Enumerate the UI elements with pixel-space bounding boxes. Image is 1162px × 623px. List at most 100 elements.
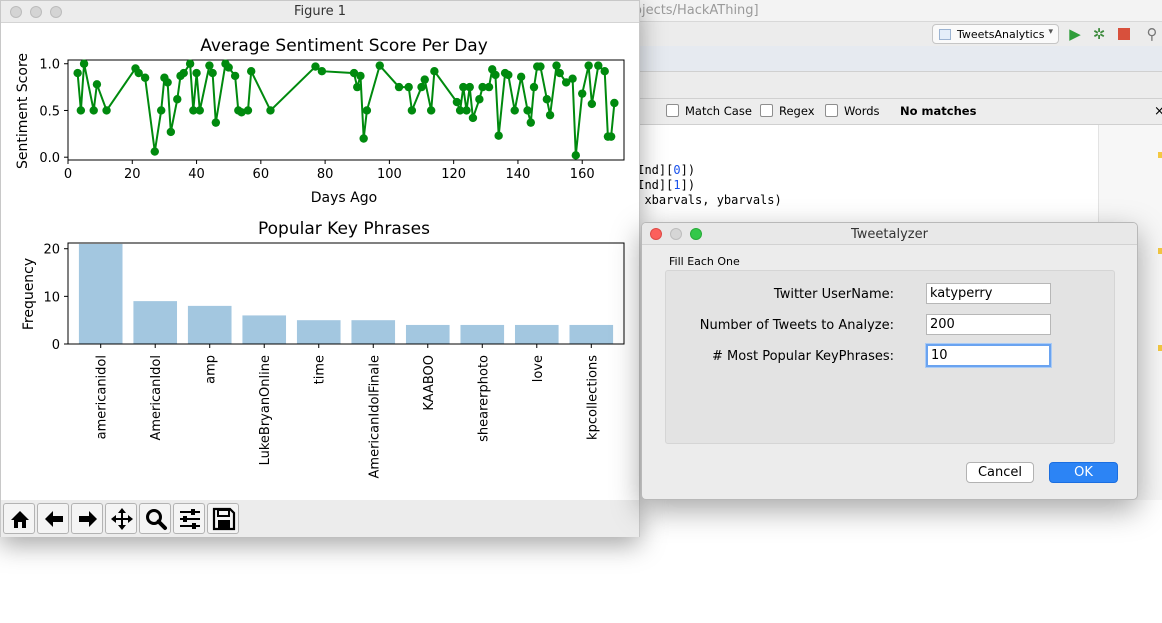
zoom-button[interactable] xyxy=(139,503,171,534)
search-everywhere-icon[interactable]: ⚲ xyxy=(1142,24,1162,44)
data-point xyxy=(465,82,474,92)
data-point xyxy=(452,97,462,107)
x-tick-label: shearerphoto xyxy=(476,355,491,442)
forward-button[interactable] xyxy=(71,503,103,534)
x-tick-label: KAABOO xyxy=(422,355,437,411)
stop-icon[interactable] xyxy=(1114,24,1134,44)
regex-label: Regex xyxy=(779,104,815,118)
back-arrow-icon xyxy=(45,511,63,527)
gutter-marker xyxy=(1158,248,1162,254)
data-point xyxy=(516,72,526,82)
configure-subplots-button[interactable] xyxy=(173,503,205,534)
x-tick-label: AmericanIdolFinale xyxy=(367,355,382,478)
y-tick-label: 10 xyxy=(43,290,60,305)
x-tick-label: 20 xyxy=(124,167,141,182)
bar xyxy=(405,324,450,344)
x-tick-label: americanidol xyxy=(95,355,110,439)
x-axis-label: Days Ago xyxy=(311,190,377,206)
data-point xyxy=(552,61,561,70)
cancel-button[interactable]: Cancel xyxy=(966,462,1034,483)
data-point xyxy=(224,63,233,72)
data-point xyxy=(545,110,555,120)
figure-window: Figure 1 Average Sentiment Score Per Day… xyxy=(0,0,640,537)
save-button[interactable] xyxy=(207,503,239,534)
tweet-count-field[interactable] xyxy=(926,314,1051,335)
data-point xyxy=(568,74,577,83)
data-point xyxy=(173,95,182,104)
chart-title: Popular Key Phrases xyxy=(258,219,430,239)
forward-arrow-icon xyxy=(79,511,97,527)
data-point xyxy=(179,68,188,78)
ok-button[interactable]: OK xyxy=(1049,462,1118,483)
data-point xyxy=(462,106,471,115)
match-case-label: Match Case xyxy=(685,104,752,118)
words-label: Words xyxy=(844,104,880,118)
data-point xyxy=(475,95,484,104)
data-point xyxy=(76,106,86,115)
data-point xyxy=(555,68,564,78)
bar xyxy=(78,243,123,344)
regex-checkbox[interactable]: Regex xyxy=(760,104,815,118)
data-point xyxy=(606,132,616,141)
data-point xyxy=(211,118,221,127)
y-tick-label: 0 xyxy=(52,338,60,353)
ide-toolbar: TweetsAnalytics ▾ ▶ ✲ ⚲ xyxy=(640,22,1162,46)
data-point xyxy=(353,82,362,92)
chevron-down-icon: ▾ xyxy=(1048,27,1053,37)
section-label: Fill Each One xyxy=(669,255,740,268)
run-configuration-dropdown[interactable]: TweetsAnalytics ▾ xyxy=(932,24,1059,44)
data-point xyxy=(356,71,365,81)
gutter-marker xyxy=(1158,345,1162,351)
data-point xyxy=(266,106,275,115)
data-point xyxy=(394,82,404,92)
ide-editor-tabs xyxy=(640,46,1162,72)
data-point xyxy=(430,67,439,76)
home-button[interactable] xyxy=(3,503,35,534)
data-point xyxy=(523,106,532,115)
data-point xyxy=(536,62,545,71)
x-tick-label: 120 xyxy=(441,167,466,182)
data-point xyxy=(600,67,609,76)
zoom-icon xyxy=(146,509,167,530)
form-panel: Twitter UserName: Number of Tweets to An… xyxy=(665,270,1115,444)
pan-icon xyxy=(111,508,133,530)
y-axis: 0 10 20 xyxy=(43,243,68,353)
data-point xyxy=(407,106,417,115)
data-point xyxy=(494,131,503,140)
sentiment-line-chart: Average Sentiment Score Per Day 0 20 40 60 8… xyxy=(15,36,625,206)
x-tick-label: kpcollections xyxy=(585,355,600,440)
key-phrases-bar-chart: Popular Key Phrases 0 10 20 americanidol Am… xyxy=(21,219,625,478)
data-point xyxy=(468,113,478,123)
bar xyxy=(569,324,614,344)
x-tick-label: LukeBryanOnline xyxy=(258,355,273,465)
y-tick-label: 0.5 xyxy=(39,104,60,119)
close-icon[interactable]: × xyxy=(1154,104,1162,119)
debug-icon[interactable]: ✲ xyxy=(1089,24,1109,44)
back-button[interactable] xyxy=(37,503,69,534)
x-axis: americanidol AmericanIdol amp LukeBryanOnli… xyxy=(95,344,600,478)
y-axis-label: Sentiment Score xyxy=(15,53,31,169)
keyphrase-count-field[interactable] xyxy=(926,344,1051,367)
data-point xyxy=(205,61,214,70)
data-point xyxy=(73,68,82,78)
x-tick-label: love xyxy=(531,355,546,382)
data-point xyxy=(243,106,253,115)
bar xyxy=(351,320,396,344)
data-point xyxy=(362,106,372,115)
dialog-title: Tweetalyzer xyxy=(851,227,928,242)
words-checkbox[interactable]: Words xyxy=(825,104,880,118)
run-icon[interactable]: ▶ xyxy=(1065,24,1085,44)
dialog-titlebar: Tweetalyzer xyxy=(642,223,1137,245)
data-point xyxy=(230,71,240,81)
bar xyxy=(514,324,559,344)
bar xyxy=(460,324,505,344)
data-point xyxy=(92,80,102,89)
data-point xyxy=(584,61,593,70)
data-point xyxy=(571,151,580,160)
match-case-checkbox[interactable]: Match Case xyxy=(666,104,752,118)
chart-title: Average Sentiment Score Per Day xyxy=(200,36,488,56)
data-point xyxy=(150,147,159,156)
tweetalyzer-dialog: Tweetalyzer Fill Each One Twitter UserNa… xyxy=(641,222,1138,500)
username-field[interactable] xyxy=(926,283,1051,304)
pan-button[interactable] xyxy=(105,503,137,534)
